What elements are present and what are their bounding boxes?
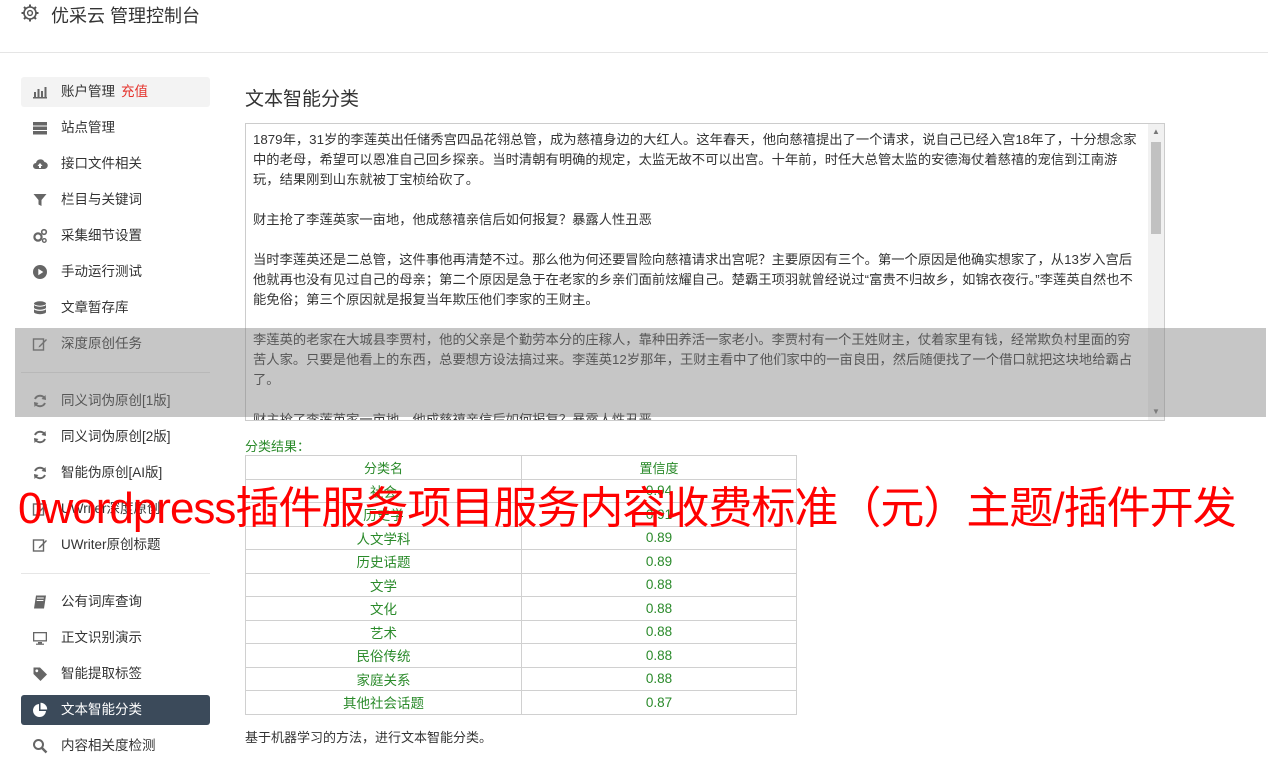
sidebar-item-label: 栏目与关键词 [61,192,142,207]
sidebar-item-label: 接口文件相关 [61,156,142,171]
category-cell: 文学 [245,572,522,597]
sidebar-item-sites[interactable]: 站点管理 [21,113,210,143]
play-circle-icon [33,265,47,279]
search-icon [33,739,48,754]
result-label: 分类结果： [245,439,311,454]
database-icon [34,301,46,315]
table-row: 其他社会话题 0.87 [245,690,797,715]
refresh-icon [34,430,46,444]
sidebar-item-label: 正文识别演示 [61,630,142,645]
category-cell: 历史话题 [245,549,522,574]
text-paragraph: 当时李莲英还是二总管，这件事他再清楚不过。那么他为何还要冒险向慈禧请求出宫呢？主… [253,252,1133,307]
text-paragraph: 财主抢了李莲英家一亩地，他成慈禧亲信后如何报复？暴露人性丑恶 [253,212,652,227]
confidence-cell: 0.88 [521,643,797,668]
sidebar-item-label: 文本智能分类 [61,702,142,717]
sidebar-item-text-classification[interactable]: 文本智能分类 [21,695,210,725]
category-cell: 文化 [245,596,522,621]
sidebar-item-label: 采集细节设置 [61,228,142,243]
table-row: 文学 0.88 [245,572,797,597]
sidebar-item-label: UWriter原创标题 [61,537,161,552]
sidebar-item-account[interactable]: 账户管理 充值 [21,77,210,107]
table-row: 艺术 0.88 [245,619,797,644]
sidebar-item-relevance-check[interactable]: 内容相关度检测 [21,731,210,761]
method-footnote: 基于机器学习的方法，进行文本智能分类。 [245,730,493,745]
text-paragraph: 1879年，31岁的李莲英出任储秀宫四品花翎总管，成为慈禧身边的大红人。这年春天… [253,132,1137,187]
table-row: 历史话题 0.89 [245,549,797,574]
pie-chart-icon [33,702,48,717]
table-row: 文化 0.88 [245,596,797,621]
book-icon [34,595,46,609]
recharge-link[interactable]: 充值 [121,84,148,99]
category-cell: 艺术 [245,619,522,644]
top-header: 优采云 管理控制台 [0,0,1268,53]
confidence-cell: 0.88 [521,572,797,597]
monitor-icon [33,632,47,645]
tag-icon [33,667,47,681]
scrollbar-thumb[interactable] [1151,142,1161,234]
sidebar-item-label: 智能提取标签 [61,666,142,681]
sidebar-item-interface-files[interactable]: 接口文件相关 [21,149,210,179]
table-row: 家庭关系 0.88 [245,666,797,691]
gears-icon [33,228,48,243]
category-cell: 家庭关系 [245,666,522,691]
filter-icon [33,194,47,206]
sidebar-item-label: 账户管理 [61,84,115,99]
confidence-cell: 0.88 [521,596,797,621]
confidence-cell: 0.88 [521,619,797,644]
sidebar-item-columns-keywords[interactable]: 栏目与关键词 [21,185,210,215]
sidebar-item-label: 公有词库查询 [61,594,142,609]
category-cell: 其他社会话题 [245,690,522,715]
sidebar-item-public-lexicon[interactable]: 公有词库查询 [21,587,210,617]
watermark-banner: 0wordpress插件服务项目服务内容收费标准（元）主题/插件开发 [18,484,1237,533]
gray-overlay-band [15,328,1266,417]
edit-icon [32,539,47,552]
sidebar-item-tag-extraction[interactable]: 智能提取标签 [21,659,210,689]
server-icon [33,122,47,135]
sidebar-item-manual-run[interactable]: 手动运行测试 [21,257,210,287]
sidebar-item-label: 文章暂存库 [61,300,129,315]
sidebar-item-label: 同义词伪原创[2版] [61,429,171,444]
confidence-cell: 0.87 [521,690,797,715]
cloud-upload-icon [33,159,48,170]
sidebar-divider [21,573,210,574]
scroll-up-arrow-icon[interactable]: ▲ [1148,124,1164,140]
sidebar-item-text-recognition[interactable]: 正文识别演示 [21,623,210,653]
app-title: 优采云 管理控制台 [51,6,201,26]
sidebar-item-synonym-v2[interactable]: 同义词伪原创[2版] [21,422,210,452]
gear-icon [21,4,39,22]
sidebar-item-collection-settings[interactable]: 采集细节设置 [21,221,210,251]
sidebar-item-label: 内容相关度检测 [61,738,156,753]
bar-chart-icon [33,87,47,99]
sidebar-item-article-store[interactable]: 文章暂存库 [21,293,210,323]
category-cell: 民俗传统 [245,643,522,668]
sidebar-item-label: 手动运行测试 [61,264,142,279]
table-row: 民俗传统 0.88 [245,643,797,668]
confidence-cell: 0.88 [521,666,797,691]
page-title: 文本智能分类 [245,89,360,110]
sidebar-item-label: 站点管理 [61,120,115,135]
confidence-cell: 0.89 [521,549,797,574]
